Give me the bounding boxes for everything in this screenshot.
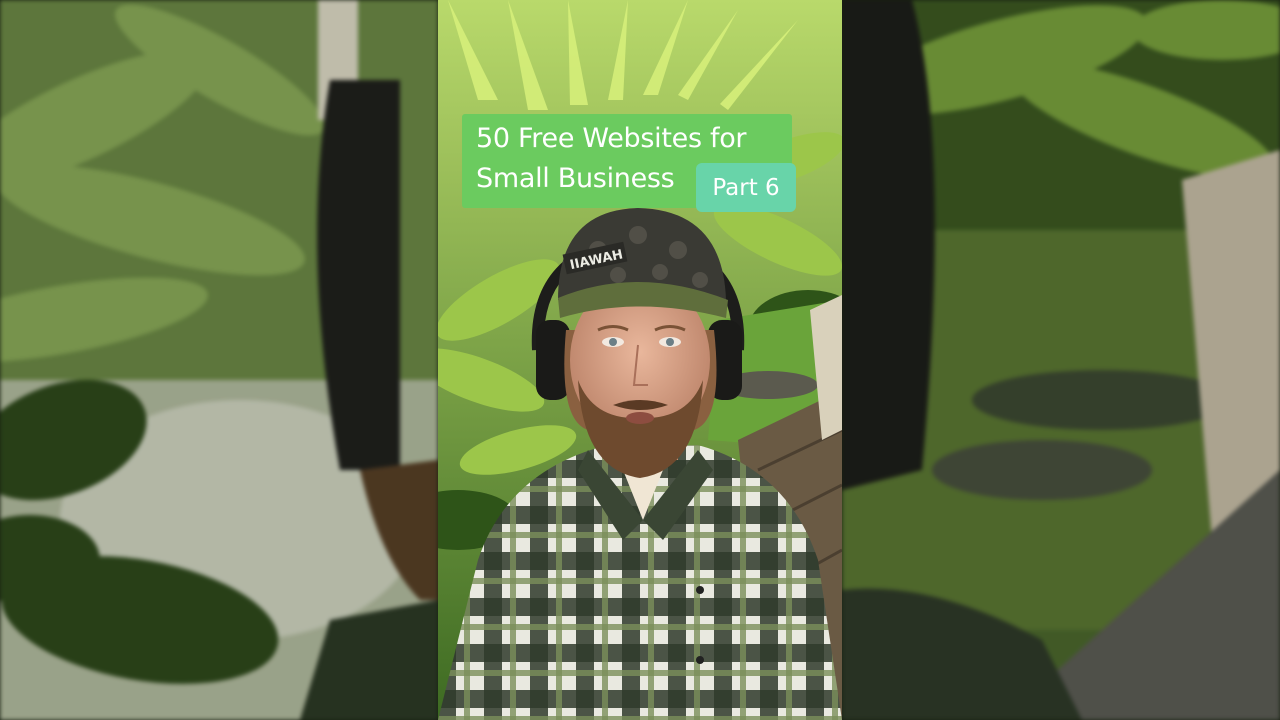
video-frame[interactable]: IIAWAH [438, 0, 842, 720]
blurred-background-left [0, 0, 438, 720]
caption-part-badge: Part 6 [696, 163, 796, 212]
caption-line-2: Small Business [476, 163, 675, 194]
video-frame-image: IIAWAH [438, 0, 842, 720]
caption-line-1: 50 Free Websites for [476, 123, 747, 154]
video-stage[interactable]: IIAWAH 50 Free Websites for Small Busine… [0, 0, 1280, 720]
blurred-background-right [842, 0, 1280, 720]
